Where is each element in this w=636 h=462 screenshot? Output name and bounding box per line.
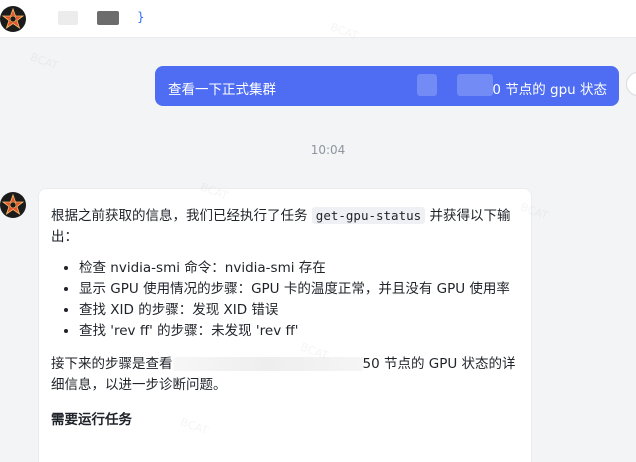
- message-timestamp: 10:04: [310, 143, 346, 157]
- bot-intro-paragraph: 根据之前获取的信息，我们已经执行了任务 get-gpu-status 并获得以下…: [51, 205, 519, 248]
- next-step-paragraph: 接下来的步骤是查看 50 节点的 GPU 状态的详细信息，以进一步诊断问题。: [51, 354, 519, 396]
- list-item: 显示 GPU 使用情况的步骤：GPU 卡的温度正常，并且没有 GPU 使用率: [79, 279, 519, 300]
- list-item: 查找 XID 的步骤：发现 XID 错误: [79, 300, 519, 321]
- user-message-text-end: 0 节点的 gpu 状态: [492, 82, 607, 98]
- bot-avatar-header[interactable]: [0, 6, 26, 32]
- bot-message-card: 根据之前获取的信息，我们已经执行了任务 get-gpu-status 并获得以下…: [38, 188, 532, 462]
- redacted-text: [457, 74, 493, 96]
- next-step-text-start: 接下来的步骤是查看: [51, 356, 173, 372]
- section-heading: 需要运行任务: [51, 412, 132, 428]
- redacted-text: [172, 357, 363, 371]
- list-item: 查找 'rev ff' 的步骤：未发现 'rev ff': [79, 321, 519, 342]
- star-logo-icon: [1, 7, 25, 30]
- star-logo-icon: [1, 193, 25, 216]
- chat-header: }: [0, 0, 636, 38]
- inline-code-task: get-gpu-status: [311, 207, 426, 224]
- header-link[interactable]: }: [137, 10, 145, 24]
- redacted-title: [58, 11, 78, 25]
- watermark: BCAT: [29, 51, 60, 73]
- redacted-title-part: [97, 11, 119, 25]
- redacted-text: [417, 74, 437, 96]
- user-avatar[interactable]: [626, 72, 636, 96]
- chat-page: } 查看一下正式集群 0 节点的 gpu 状态 10:04 根据之前获取的信息，…: [0, 0, 636, 462]
- list-item: 检查 nvidia-smi 命令：nvidia-smi 存在: [79, 258, 519, 279]
- intro-text: 根据之前获取的信息，我们已经执行了任务: [51, 208, 312, 224]
- output-list: 检查 nvidia-smi 命令：nvidia-smi 存在 显示 GPU 使用…: [51, 258, 519, 342]
- user-message-text-start: 查看一下正式集群: [168, 82, 276, 98]
- user-message-bubble: 查看一下正式集群 0 节点的 gpu 状态: [155, 66, 619, 106]
- bot-avatar[interactable]: [0, 192, 26, 218]
